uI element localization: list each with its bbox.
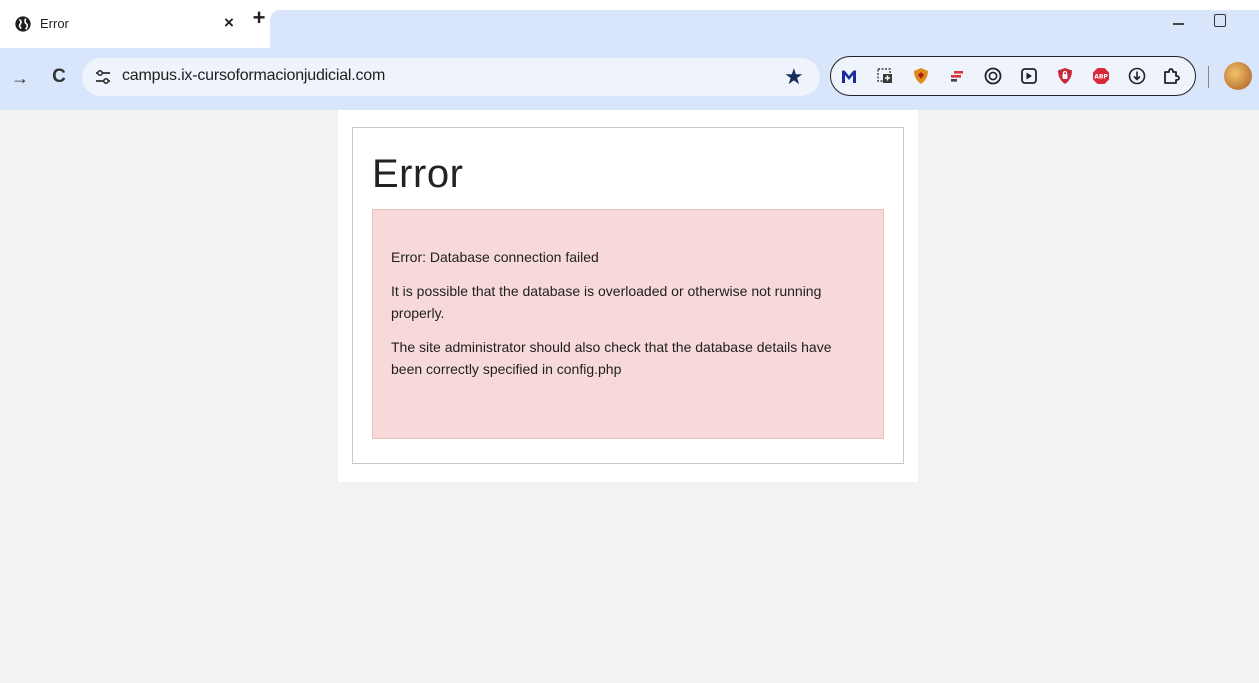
browser-toolbar: → C campus.ix-cursoformacionjudicial.com… [0, 48, 1259, 110]
url-text[interactable]: campus.ix-cursoformacionjudicial.com [122, 67, 385, 85]
tab-strip-background [270, 10, 1259, 48]
puzzle-icon[interactable] [1161, 66, 1181, 86]
red-shield-icon[interactable] [1055, 66, 1075, 86]
star-icon[interactable]: ★ [784, 64, 804, 90]
red-bars-icon[interactable] [947, 66, 967, 86]
error-admin-note: The site administrator should also check… [391, 339, 832, 377]
page-region: Error Error: Database connection failed … [338, 110, 918, 482]
globe-icon [15, 16, 31, 32]
maximize-icon[interactable] [1214, 14, 1226, 27]
tab-strip: Error × + [0, 0, 1259, 48]
minimize-icon[interactable] [1170, 10, 1190, 30]
download-circle-icon[interactable] [1127, 66, 1147, 86]
error-message: Error: Database connection failed [391, 249, 599, 265]
page-title: Error [372, 152, 464, 196]
abp-icon[interactable]: ABP [1091, 66, 1111, 86]
svg-text:ABP: ABP [1094, 74, 1108, 81]
play-square-icon[interactable] [1019, 66, 1039, 86]
reload-icon[interactable]: C [48, 66, 70, 88]
page-viewport: Error Error: Database connection failed … [0, 110, 1259, 683]
error-message-box: Error: Database connection failed It is … [372, 209, 884, 439]
circle-c-icon[interactable] [983, 66, 1003, 86]
profile-avatar-icon[interactable] [1224, 62, 1252, 90]
fox-shield-icon[interactable] [911, 66, 931, 86]
new-tab-icon[interactable]: + [248, 7, 270, 30]
error-card: Error Error: Database connection failed … [352, 127, 904, 464]
tab-close-icon[interactable]: × [218, 12, 240, 34]
tab-title: Error [40, 16, 69, 31]
address-bar[interactable]: campus.ix-cursoformacionjudicial.com ★ [82, 58, 820, 96]
toolbar-divider [1208, 66, 1209, 88]
screen-capture-icon[interactable] [875, 66, 895, 86]
extensions-group: ABP [830, 56, 1196, 96]
site-info-icon[interactable] [94, 68, 112, 86]
forward-icon[interactable]: → [10, 68, 30, 88]
malwarebytes-icon[interactable] [839, 66, 859, 86]
error-explanation: It is possible that the database is over… [391, 283, 822, 321]
tab-error[interactable]: Error × [0, 6, 240, 42]
